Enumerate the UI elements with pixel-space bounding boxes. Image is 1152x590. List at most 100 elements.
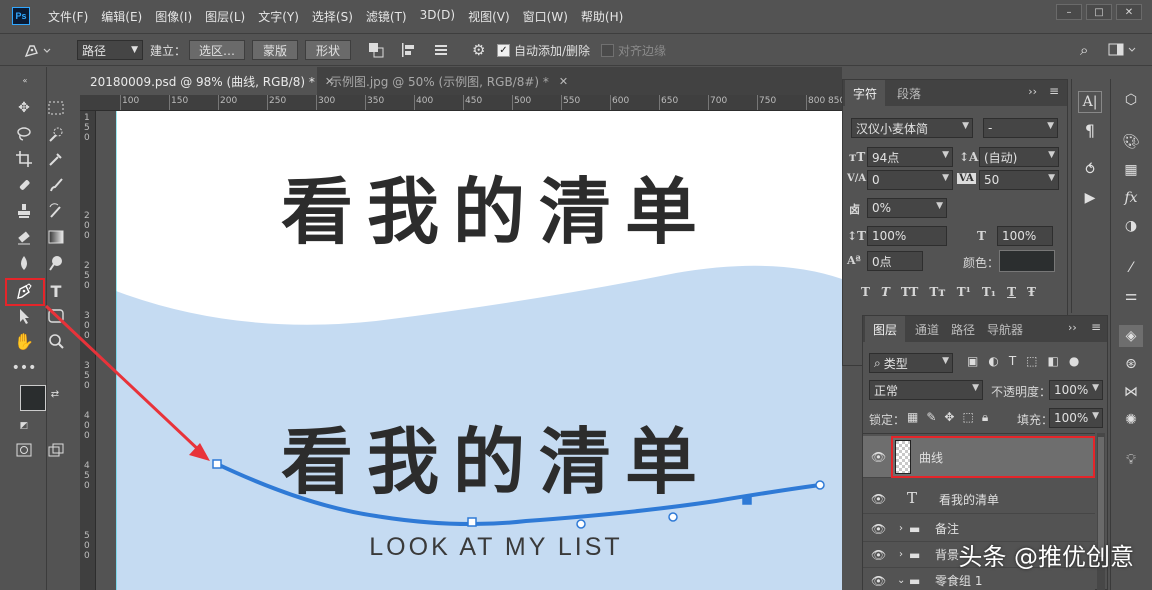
chevron-down-icon: ▼ (936, 201, 943, 211)
subscript-button[interactable]: T₁ (982, 285, 996, 299)
lock-position-icon[interactable]: ✥ (944, 410, 954, 425)
layer-name: 零食组 1 (935, 574, 983, 588)
font-size-icon: ᴛT (849, 150, 866, 164)
layer-filter-value: 类型 (883, 356, 908, 371)
channels-icon[interactable]: ⊛ (1119, 353, 1143, 375)
baseline-shift-field[interactable]: 0点 (867, 251, 923, 271)
actions-play-icon[interactable]: ▶ (1078, 187, 1102, 209)
paths-icon[interactable]: ⋈ (1119, 381, 1143, 403)
horizontal-scale-icon: T (977, 229, 986, 243)
vertical-scale-icon: ↕T (847, 229, 866, 243)
lock-all-icon[interactable]: 🔒︎ (982, 410, 988, 425)
kerning-value: 0 (872, 173, 880, 187)
tab-layers[interactable]: 图层 (865, 316, 906, 342)
tab-character[interactable]: 字符 (845, 80, 886, 106)
leading-field[interactable]: (自动) ▼ (979, 147, 1059, 167)
tsume-field[interactable]: 0% ▼ (867, 198, 947, 218)
faux-italic-button[interactable]: T (881, 285, 890, 299)
chevron-down-icon: ▼ (942, 150, 949, 160)
chevron-down-icon: ▼ (942, 356, 949, 366)
adjustment-filter-icon[interactable]: ◐ (988, 354, 998, 368)
color-palette-icon[interactable]: 🎨︎ (1119, 131, 1143, 153)
visibility-eye-icon[interactable]: 👁︎ (871, 492, 886, 506)
panel-expand-icon[interactable]: ›› (1068, 321, 1077, 334)
folder-icon: ▬ (909, 547, 921, 562)
font-family-value: 汉仪小麦体简 (856, 121, 929, 136)
sliders-icon[interactable]: ⚌ (1119, 285, 1143, 307)
text-color-swatch[interactable] (999, 250, 1055, 272)
folder-icon: ▬ (909, 573, 921, 588)
chevron-down-icon: ▼ (942, 173, 949, 183)
visibility-eye-icon[interactable]: 👁︎ (871, 450, 886, 464)
font-size-field[interactable]: 94点 ▼ (867, 147, 953, 167)
leading-icon: ↕A (959, 150, 979, 164)
history-panel-icon[interactable]: ⥀ (1078, 159, 1102, 181)
chevron-down-icon[interactable]: ⌄ (897, 575, 905, 586)
tab-paragraph[interactable]: 段落 (889, 80, 929, 106)
chevron-down-icon: ▼ (1092, 383, 1099, 393)
brush-settings-icon[interactable]: ⁄ (1119, 257, 1143, 279)
type-filter-icon[interactable]: T (1009, 354, 1016, 368)
layer-name: 背景 (935, 548, 960, 562)
tsume-icon: 卤 (849, 203, 860, 216)
shape-filter-icon[interactable]: ⬚ (1026, 354, 1037, 368)
visibility-eye-icon[interactable]: 👁︎ (871, 522, 886, 536)
font-family-select[interactable]: 汉仪小麦体简 ▼ (851, 118, 973, 138)
lock-transparent-icon[interactable]: ▦ (907, 410, 918, 425)
layers-stack-icon[interactable]: ◈ (1119, 325, 1143, 347)
tracking-field[interactable]: 50 ▼ (979, 170, 1059, 190)
small-caps-button[interactable]: Tт (929, 285, 945, 299)
layer-filter-select[interactable]: ⌕ 类型 ▼ (869, 353, 953, 373)
tracking-icon: VA (957, 173, 976, 184)
lock-artboard-icon[interactable]: ⬚ (962, 410, 973, 425)
chevron-right-icon[interactable]: › (899, 549, 903, 560)
strikethrough-button[interactable]: Ŧ (1027, 285, 1036, 299)
tab-channels[interactable]: 通道 (907, 316, 947, 342)
horizontal-scale-field[interactable]: 100% (997, 226, 1053, 246)
panel-menu-icon[interactable]: ≡ (1049, 84, 1059, 98)
font-style-value: - (988, 121, 993, 135)
chevron-down-icon: ▼ (972, 383, 979, 393)
visibility-eye-icon[interactable]: 👁︎ (871, 574, 886, 588)
layer-row-text[interactable]: 👁︎ T 看我的清单 (863, 484, 1095, 514)
panel-menu-icon[interactable]: ≡ (1091, 320, 1101, 334)
navigator-compass-icon[interactable]: ✺ (1119, 409, 1143, 431)
superscript-button[interactable]: T¹ (957, 285, 971, 299)
kerning-field[interactable]: 0 ▼ (867, 170, 953, 190)
color-label: 颜色： (963, 256, 1000, 270)
underline-button[interactable]: T (1007, 285, 1016, 299)
paragraph-panel-icon[interactable]: ¶ (1078, 119, 1102, 141)
all-caps-button[interactable]: TT (901, 285, 918, 299)
faux-bold-button[interactable]: T (861, 285, 870, 299)
vertical-scale-field[interactable]: 100% (867, 226, 947, 246)
tracking-value: 50 (984, 173, 1000, 187)
text-style-buttons: T T TT Tт T¹ T₁ T Ŧ (861, 285, 1036, 299)
lock-icons: ▦ ✎ ✥ ⬚ 🔒︎ (907, 410, 988, 425)
fill-field[interactable]: 100% ▼ (1049, 408, 1103, 428)
baseline-shift-value: 0点 (872, 254, 892, 269)
chevron-right-icon[interactable]: › (899, 523, 903, 534)
lightbulb-icon[interactable]: 💡︎ (1119, 449, 1143, 471)
lock-label: 锁定： (869, 413, 906, 427)
lock-image-icon[interactable]: ✎ (926, 410, 936, 425)
tab-navigator[interactable]: 导航器 (979, 316, 1031, 342)
3d-panel-icon[interactable]: ⬡ (1119, 89, 1143, 111)
tab-paths[interactable]: 路径 (943, 316, 983, 342)
pixel-filter-icon[interactable]: ▣ (967, 354, 978, 368)
character-panel-icon[interactable]: A| (1078, 91, 1102, 113)
visibility-eye-icon[interactable]: 👁︎ (871, 548, 886, 562)
type-layer-icon: T (907, 489, 918, 507)
panel-expand-icon[interactable]: ›› (1028, 85, 1037, 98)
smart-object-filter-icon[interactable]: ◧ (1048, 354, 1059, 368)
blend-mode-select[interactable]: 正常 ▼ (869, 380, 983, 400)
character-panel-tabs: 字符 段落 ›› ≡ (843, 80, 1067, 106)
filter-toggle-icon[interactable]: ● (1069, 354, 1079, 368)
layer-row-curve[interactable]: 👁︎ 曲线 (863, 436, 1095, 478)
opacity-field[interactable]: 100% ▼ (1049, 380, 1103, 400)
swatches-grid-icon[interactable]: ▦ (1119, 159, 1143, 181)
font-style-select[interactable]: - ▼ (983, 118, 1058, 138)
opacity-value: 100% (1054, 383, 1089, 397)
adjustments-icon[interactable]: ◑ (1119, 215, 1143, 237)
watermark-text: 头条 @推优创意 (958, 543, 1134, 571)
fx-styles-icon[interactable]: fx (1119, 187, 1143, 209)
